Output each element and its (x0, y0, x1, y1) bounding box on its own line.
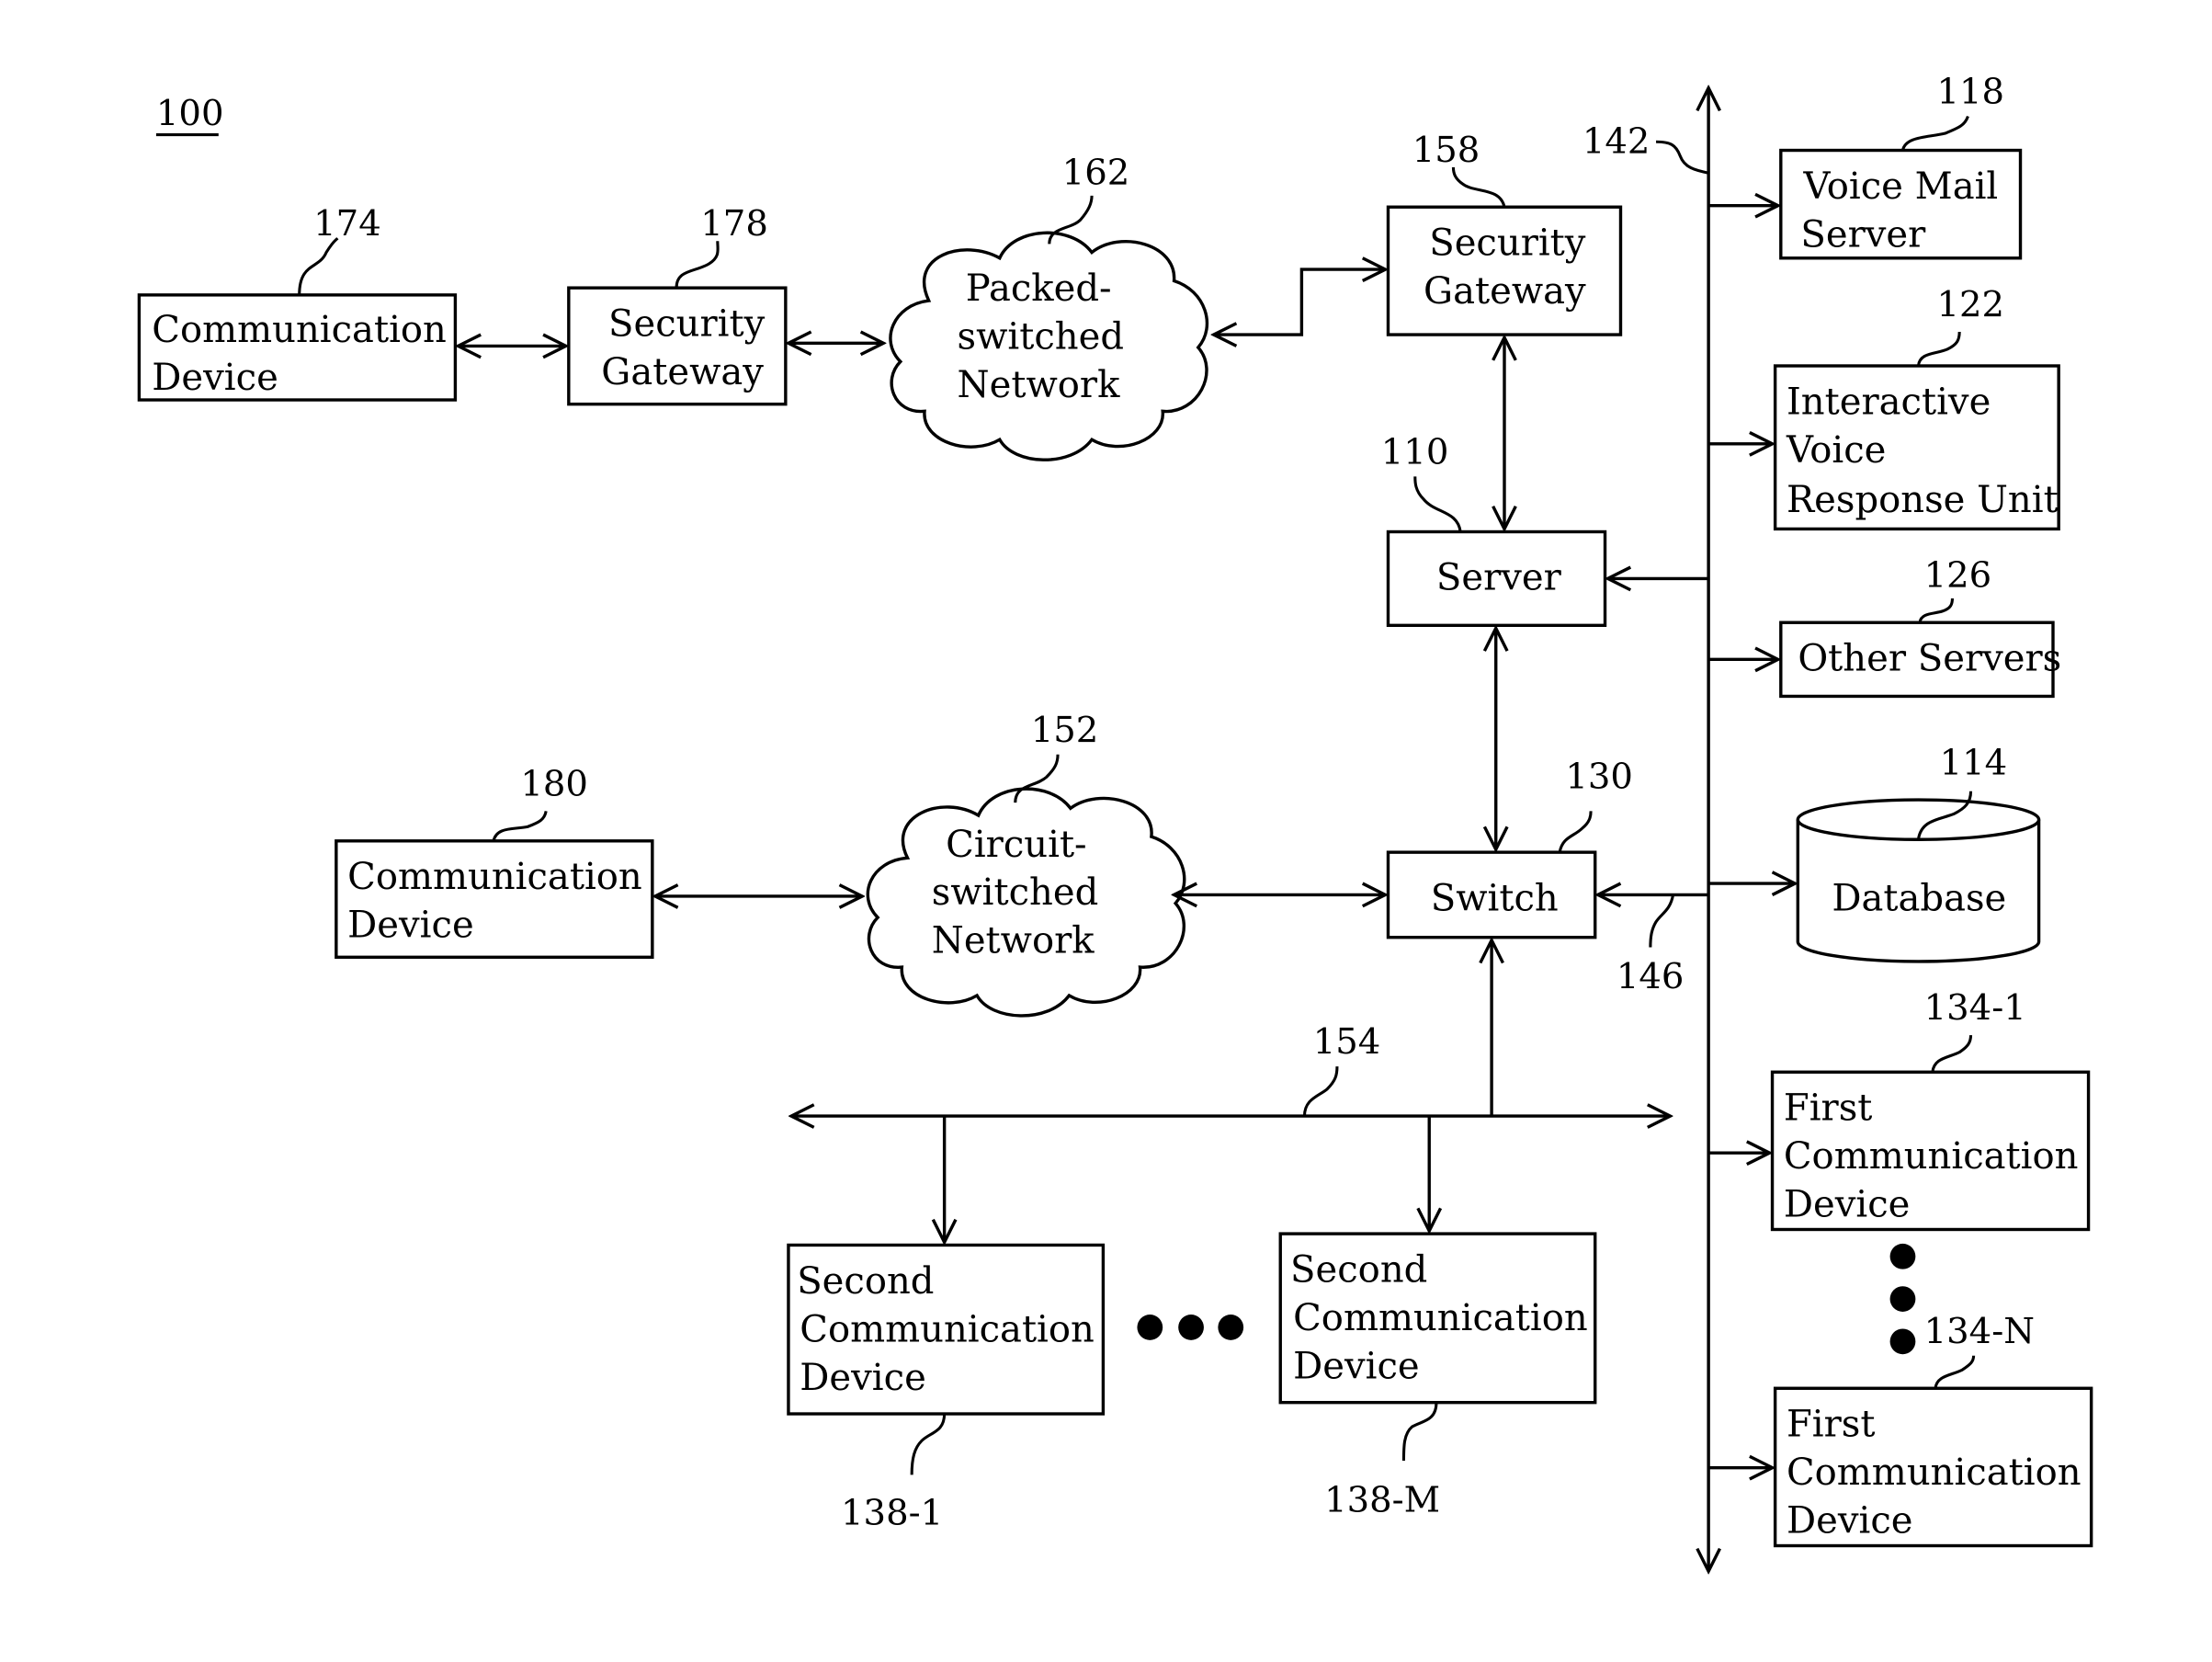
ref-154: 154 (1313, 1021, 1381, 1063)
server-110-label: Server (1436, 557, 1562, 599)
ref-178: 178 (700, 203, 768, 245)
packet-switched-network-162[interactable]: Packed- switched Network 162 (889, 153, 1209, 461)
database-label: Database (1832, 877, 2006, 919)
second-comm-138-m-line3: Device (1293, 1345, 1420, 1387)
first-comm-134-1-line2: Communication (1784, 1135, 2079, 1178)
leader-154 (1302, 1066, 1339, 1117)
ref-134-n: 134-N (1924, 1311, 2035, 1352)
leader-146 (1649, 894, 1675, 948)
figure-label: 100 (156, 93, 224, 137)
horizontal-ellipsis (1137, 1315, 1244, 1340)
communication-device-174-line2: Device (152, 357, 278, 399)
voice-mail-line1: Voice Mail (1802, 165, 1998, 208)
packet-network-line2: switched (958, 315, 1124, 358)
ref-174: 174 (313, 203, 381, 245)
first-comm-134-n-line1: First (1787, 1404, 1876, 1446)
packet-network-line3: Network (958, 364, 1121, 406)
leader-158 (1451, 166, 1506, 208)
communication-device-174[interactable]: Communication Device 174 (137, 203, 458, 402)
switch-130-label: Switch (1431, 877, 1559, 919)
leader-126 (1918, 598, 1955, 623)
second-comm-138-m-line1: Second (1290, 1249, 1427, 1292)
security-gateway-158-line1: Security (1429, 222, 1586, 265)
ref-122: 122 (1936, 284, 2004, 325)
leader-174 (298, 237, 339, 295)
figure-ref: 100 (156, 93, 224, 134)
switch-130[interactable]: Switch 130 (1386, 757, 1633, 939)
leader-178 (675, 241, 720, 289)
leader-142 (1656, 140, 1709, 175)
communication-device-180[interactable]: Communication Device 180 (335, 763, 654, 959)
communication-device-174-line1: Communication (152, 309, 447, 351)
circuit-switched-network-152[interactable]: Circuit- switched Network 152 (866, 710, 1186, 1018)
security-gateway-178-line1: Security (608, 303, 766, 346)
leader-130 (1558, 811, 1593, 853)
vertical-ellipsis (1889, 1243, 1916, 1355)
ref-152: 152 (1031, 710, 1099, 751)
circuit-network-line1: Circuit- (946, 824, 1086, 866)
ref-130: 130 (1565, 757, 1633, 798)
security-gateway-178[interactable]: Security Gateway 178 (567, 203, 788, 406)
ellipsis-dot (1889, 1328, 1916, 1355)
first-comm-134-n-line3: Device (1787, 1500, 1913, 1542)
security-gateway-158-line2: Gateway (1424, 270, 1586, 313)
server-110[interactable]: Server 110 (1381, 431, 1607, 628)
leader-134-n (1934, 1355, 1976, 1389)
first-comm-134-1-line3: Device (1784, 1184, 1911, 1226)
first-comm-134-n-line2: Communication (1787, 1451, 2082, 1494)
first-comm-134-1-line1: First (1784, 1087, 1873, 1130)
leader-138-m (1401, 1402, 1438, 1461)
second-comm-138-m-line2: Communication (1293, 1297, 1588, 1339)
other-servers-126[interactable]: Other Servers 126 (1779, 555, 2061, 699)
ref-118: 118 (1936, 72, 2004, 113)
packet-network-line1: Packed- (966, 268, 1112, 310)
network-diagram: 100 Communication Device 174 Security Ga… (137, 72, 2093, 1662)
ivr-line1: Interactive (1787, 381, 1991, 423)
ref-138-m: 138-M (1324, 1479, 1440, 1520)
ref-180: 180 (520, 763, 588, 804)
leader-180 (492, 811, 548, 842)
voice-mail-server-118[interactable]: Voice Mail Server 118 (1779, 72, 2023, 260)
ref-126: 126 (1924, 555, 1992, 597)
communication-device-180-line1: Communication (347, 856, 642, 898)
ref-162: 162 (1062, 153, 1130, 194)
second-comm-138-1-line2: Communication (800, 1308, 1095, 1350)
second-comm-138-1-line1: Second (797, 1260, 934, 1303)
leader-118 (1900, 115, 1969, 152)
leader-122 (1916, 331, 1961, 367)
communication-device-180-line2: Device (347, 905, 474, 947)
security-gateway-178-line2: Gateway (601, 351, 764, 393)
circuit-network-line2: switched (932, 871, 1099, 914)
second-communication-device-138-m[interactable]: Second Communication Device 138-M (1278, 1232, 1597, 1520)
ref-158: 158 (1412, 130, 1480, 171)
ref-138-1: 138-1 (841, 1492, 943, 1533)
ellipsis-dot (1178, 1315, 1204, 1340)
leader-134-1 (1931, 1035, 1973, 1073)
ellipsis-dot (1218, 1315, 1244, 1340)
ref-110: 110 (1381, 431, 1449, 472)
ref-134-1: 134-1 (1924, 987, 2026, 1029)
link-162-158 (1214, 269, 1386, 335)
first-communication-device-134-1[interactable]: First Communication Device 134-1 (1770, 987, 2091, 1232)
ref-142: 142 (1582, 121, 1650, 163)
circuit-network-line3: Network (932, 920, 1095, 962)
ellipsis-dot (1889, 1243, 1916, 1269)
second-communication-device-138-1[interactable]: Second Communication Device 138-1 (787, 1243, 1106, 1533)
ref-114: 114 (1940, 742, 2008, 783)
database-114[interactable]: Database 114 (1796, 742, 2041, 963)
other-servers-label: Other Servers (1798, 638, 2061, 680)
ref-146: 146 (1616, 956, 1685, 997)
ivr-line2: Voice (1786, 429, 1886, 472)
leader-110 (1413, 476, 1462, 532)
leader-138-1 (910, 1413, 947, 1475)
ivr-line3: Response Unit (1787, 479, 2059, 521)
first-communication-device-134-n[interactable]: First Communication Device 134-N (1773, 1311, 2093, 1548)
interactive-voice-response-unit-122[interactable]: Interactive Voice Response Unit 122 (1773, 284, 2060, 531)
voice-mail-line2: Server (1800, 213, 1926, 256)
ellipsis-dot (1889, 1286, 1916, 1312)
second-comm-138-1-line3: Device (800, 1357, 926, 1399)
database-114-top (1796, 798, 2041, 841)
bus-154: 154 (791, 1021, 1670, 1116)
ellipsis-dot (1137, 1315, 1163, 1340)
